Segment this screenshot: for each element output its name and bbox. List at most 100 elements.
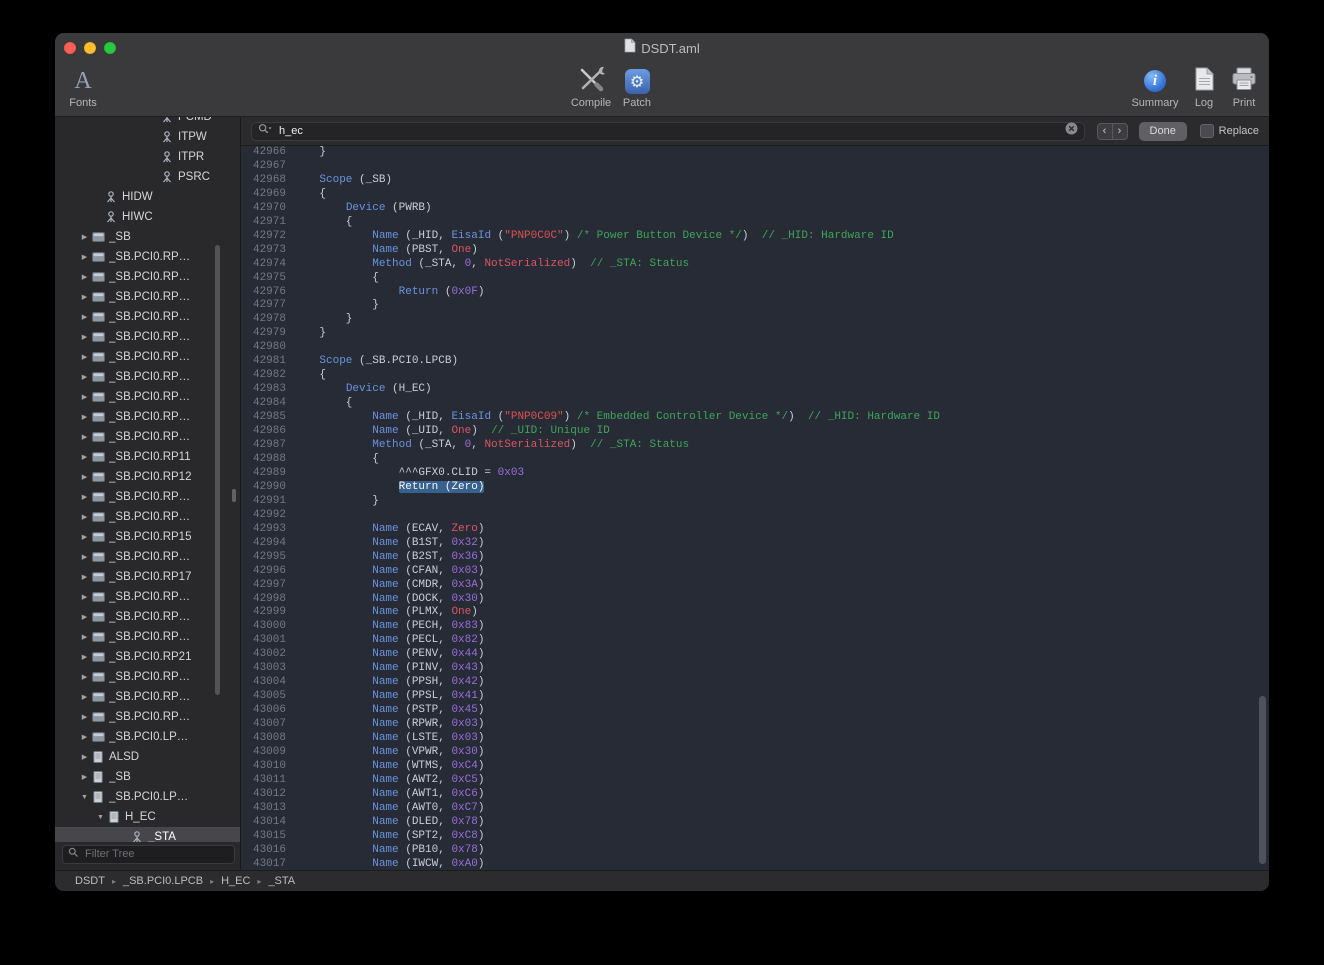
code-line[interactable]: 42988 {: [241, 453, 1269, 467]
tree-item-_sb-pci0-rp[interactable]: ▶_SB.PCI0.RP…: [55, 367, 240, 387]
filter-tree-input[interactable]: [83, 847, 229, 861]
tree-item-_sb-pci0-rp[interactable]: ▶_SB.PCI0.RP…: [55, 427, 240, 447]
disclosure-expanded-icon[interactable]: ▼: [79, 794, 90, 801]
summary-button[interactable]: i Summary: [1127, 66, 1183, 109]
code-line[interactable]: 43010 Name (WTMS, 0xC4): [241, 760, 1269, 774]
code-line[interactable]: 43005 Name (PPSL, 0x41): [241, 690, 1269, 704]
disclosure-collapsed-icon[interactable]: ▶: [79, 713, 90, 721]
code-line[interactable]: 42997 Name (CMDR, 0x3A): [241, 579, 1269, 593]
fonts-button[interactable]: A Fonts: [55, 66, 111, 109]
code-line[interactable]: 42977 }: [241, 299, 1269, 313]
disclosure-collapsed-icon[interactable]: ▶: [79, 593, 90, 601]
disclosure-collapsed-icon[interactable]: ▶: [79, 253, 90, 261]
code-line[interactable]: 42981 Scope (_SB.PCI0.LPCB): [241, 355, 1269, 369]
code-line[interactable]: 43012 Name (AWT1, 0xC6): [241, 788, 1269, 802]
code-line[interactable]: 43006 Name (PSTP, 0x45): [241, 704, 1269, 718]
tree-item-_sb-pci0-rp[interactable]: ▶_SB.PCI0.RP…: [55, 547, 240, 567]
disclosure-collapsed-icon[interactable]: ▶: [79, 273, 90, 281]
code-line[interactable]: 43008 Name (LSTE, 0x03): [241, 732, 1269, 746]
code-line[interactable]: 42995 Name (B2ST, 0x36): [241, 551, 1269, 565]
disclosure-collapsed-icon[interactable]: ▶: [79, 493, 90, 501]
code-line[interactable]: 43004 Name (PPSH, 0x42): [241, 676, 1269, 690]
code-line[interactable]: 42996 Name (CFAN, 0x03): [241, 565, 1269, 579]
tree-item-_sb-pci0-rp[interactable]: ▶_SB.PCI0.RP…: [55, 627, 240, 647]
code-line[interactable]: 42982 {: [241, 369, 1269, 383]
code-line[interactable]: 43003 Name (PINV, 0x43): [241, 662, 1269, 676]
code-line[interactable]: 42972 Name (_HID, EisaId ("PNP0C0C") /* …: [241, 230, 1269, 244]
search-menu-icon[interactable]: [258, 122, 272, 140]
code-line[interactable]: 42983 Device (H_EC): [241, 383, 1269, 397]
patch-button[interactable]: ⚙ Patch: [609, 66, 665, 109]
tree-item-_sb-pci0-rp[interactable]: ▶_SB.PCI0.RP…: [55, 687, 240, 707]
print-button[interactable]: Print: [1224, 66, 1264, 109]
disclosure-collapsed-icon[interactable]: ▶: [79, 733, 90, 741]
disclosure-collapsed-icon[interactable]: ▶: [79, 673, 90, 681]
code-editor[interactable]: 42966 }4296742968 Scope (_SB)42969 {4297…: [241, 146, 1269, 870]
tree-item-_sta[interactable]: _STA: [55, 827, 240, 842]
code-line[interactable]: 42980: [241, 341, 1269, 355]
tree-item-_sb-pci0-rp[interactable]: ▶_SB.PCI0.RP…: [55, 287, 240, 307]
tree-item-_sb-pci0-rp[interactable]: ▶_SB.PCI0.RP…: [55, 347, 240, 367]
disclosure-collapsed-icon[interactable]: ▶: [79, 553, 90, 561]
disclosure-collapsed-icon[interactable]: ▶: [79, 533, 90, 541]
done-button[interactable]: Done: [1139, 122, 1187, 141]
code-line[interactable]: 42966 }: [241, 146, 1269, 160]
tree-item-_sb-pci0-rp[interactable]: ▶_SB.PCI0.RP…: [55, 607, 240, 627]
code-line[interactable]: 42970 Device (PWRB): [241, 202, 1269, 216]
code-line[interactable]: 43017 Name (IWCW, 0xA0): [241, 858, 1269, 870]
find-next-button[interactable]: ›: [1112, 123, 1128, 140]
disclosure-collapsed-icon[interactable]: ▶: [79, 613, 90, 621]
code-line[interactable]: 42976 Return (0x0F): [241, 286, 1269, 300]
disclosure-collapsed-icon[interactable]: ▶: [79, 473, 90, 481]
tree-item-_sb-pci0-rp[interactable]: ▶_SB.PCI0.RP…: [55, 407, 240, 427]
tree-item-pcmd[interactable]: PCMD: [55, 117, 240, 127]
code-line[interactable]: 42994 Name (B1ST, 0x32): [241, 537, 1269, 551]
tree-item-_sb-pci0-rp[interactable]: ▶_SB.PCI0.RP…: [55, 707, 240, 727]
tree-item-_sb-pci0-rp[interactable]: ▶_SB.PCI0.RP…: [55, 387, 240, 407]
code-line[interactable]: 42978 }: [241, 313, 1269, 327]
tree-item-alsd[interactable]: ▶ALSD: [55, 747, 240, 767]
tree-item-_sb[interactable]: ▶_SB: [55, 227, 240, 247]
tree-item-_sb-pci0-rp[interactable]: ▶_SB.PCI0.RP…: [55, 507, 240, 527]
breadcrumb-item[interactable]: DSDT: [75, 875, 105, 887]
code-line[interactable]: 42967: [241, 160, 1269, 174]
code-line[interactable]: 42974 Method (_STA, 0, NotSerialized) //…: [241, 258, 1269, 272]
tree-item-hidw[interactable]: HIDW: [55, 187, 240, 207]
disclosure-collapsed-icon[interactable]: ▶: [79, 233, 90, 241]
code-line[interactable]: 42979 }: [241, 327, 1269, 341]
code-line[interactable]: 43001 Name (PECL, 0x82): [241, 634, 1269, 648]
tree-item-_sb-pci0-rp21[interactable]: ▶_SB.PCI0.RP21: [55, 647, 240, 667]
disclosure-collapsed-icon[interactable]: ▶: [79, 633, 90, 641]
code-line[interactable]: 43002 Name (PENV, 0x44): [241, 648, 1269, 662]
code-line[interactable]: 42969 {: [241, 188, 1269, 202]
breadcrumb-item[interactable]: H_EC: [221, 875, 250, 887]
find-field[interactable]: [251, 122, 1085, 141]
tree-item-_sb-pci0-rp15[interactable]: ▶_SB.PCI0.RP15: [55, 527, 240, 547]
code-line[interactable]: 42990 Return (Zero): [241, 481, 1269, 495]
tree-item-_sb-pci0-rp[interactable]: ▶_SB.PCI0.RP…: [55, 587, 240, 607]
tree-item-_sb-pci0-rp[interactable]: ▶_SB.PCI0.RP…: [55, 327, 240, 347]
tree-item-hiwc[interactable]: HIWC: [55, 207, 240, 227]
tree-item-_sb[interactable]: ▶_SB: [55, 767, 240, 787]
code-line[interactable]: 42975 {: [241, 272, 1269, 286]
disclosure-collapsed-icon[interactable]: ▶: [79, 393, 90, 401]
tree-item-_sb-pci0-rp[interactable]: ▶_SB.PCI0.RP…: [55, 247, 240, 267]
code-line[interactable]: 42989 ^^^GFX0.CLID = 0x03: [241, 467, 1269, 481]
code-line[interactable]: 42985 Name (_HID, EisaId ("PNP0C09") /* …: [241, 411, 1269, 425]
disclosure-collapsed-icon[interactable]: ▶: [79, 413, 90, 421]
title-bar[interactable]: DSDT.aml: [55, 33, 1269, 63]
tree-item-psrc[interactable]: PSRC: [55, 167, 240, 187]
code-line[interactable]: 42991 }: [241, 495, 1269, 509]
tree-item-_sb-pci0-rp[interactable]: ▶_SB.PCI0.RP…: [55, 667, 240, 687]
code-line[interactable]: 43011 Name (AWT2, 0xC5): [241, 774, 1269, 788]
code-line[interactable]: 42998 Name (DOCK, 0x30): [241, 593, 1269, 607]
code-line[interactable]: 42993 Name (ECAV, Zero): [241, 523, 1269, 537]
zoom-button[interactable]: [104, 42, 116, 54]
tree-item-_sb-pci0-rp[interactable]: ▶_SB.PCI0.RP…: [55, 267, 240, 287]
code-line[interactable]: 42987 Method (_STA, 0, NotSerialized) //…: [241, 439, 1269, 453]
code-line[interactable]: 43000 Name (PECH, 0x83): [241, 620, 1269, 634]
filter-tree-field[interactable]: [62, 845, 235, 864]
code-line[interactable]: 43013 Name (AWT0, 0xC7): [241, 802, 1269, 816]
disclosure-collapsed-icon[interactable]: ▶: [79, 773, 90, 781]
tree-item-_sb-pci0-lp[interactable]: ▼_SB.PCI0.LP…: [55, 787, 240, 807]
